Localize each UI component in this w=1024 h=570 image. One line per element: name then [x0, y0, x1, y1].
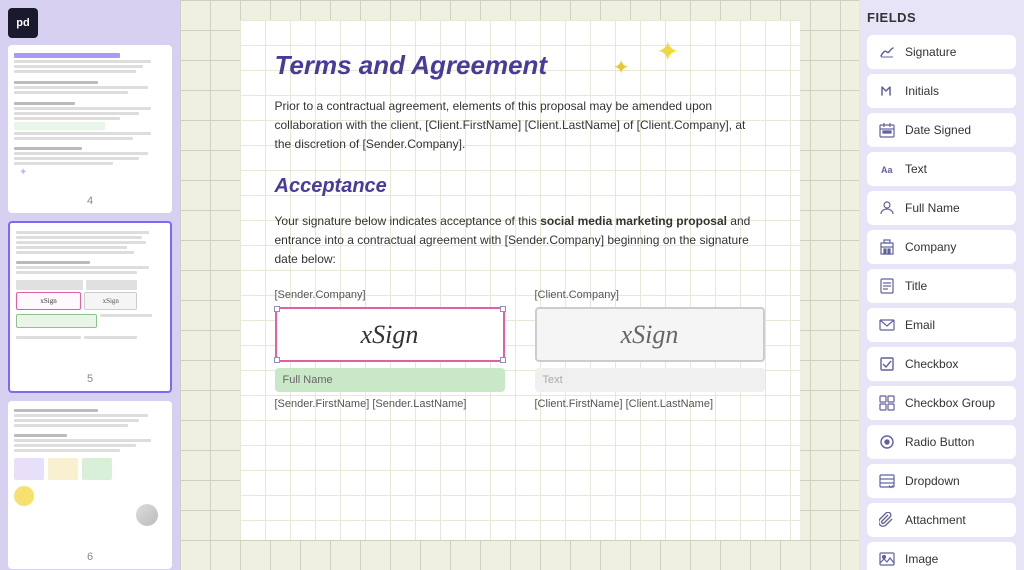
client-signature-box[interactable]: xSign [535, 307, 765, 362]
corner-br [500, 357, 506, 363]
terms-body: Prior to a contractual agreement, elemen… [275, 97, 765, 155]
field-company[interactable]: Company [867, 230, 1016, 264]
field-initials[interactable]: Initials [867, 74, 1016, 108]
page-number-4: 4 [14, 195, 166, 207]
company-label: Company [905, 240, 956, 254]
full-name-label: Full Name [905, 201, 960, 215]
fields-panel: FIELDS Signature Initials [859, 0, 1024, 570]
attachment-icon [877, 510, 897, 530]
checkbox-group-icon [877, 393, 897, 413]
field-signature[interactable]: Signature [867, 35, 1016, 69]
client-name-text: [Client.FirstName] [Client.LastName] [535, 398, 765, 410]
corner-tl [274, 306, 280, 312]
email-label: Email [905, 318, 935, 332]
dropdown-label: Dropdown [905, 474, 960, 488]
client-signature-block: [Client.Company] xSign Text [Client.Firs… [535, 289, 765, 410]
checkbox-icon [877, 354, 897, 374]
proposal-highlight: social media marketing proposal [540, 214, 727, 228]
field-attachment[interactable]: Attachment [867, 503, 1016, 537]
sender-signature-block: [Sender.Company] xSign Full Name [Sender… [275, 289, 505, 410]
signature-icon [877, 42, 897, 62]
sparkle2-icon: ✦ [613, 55, 630, 80]
page-thumb-6[interactable]: 6 [8, 401, 172, 569]
field-email[interactable]: Email [867, 308, 1016, 342]
field-text[interactable]: Aa Text [867, 152, 1016, 186]
title-label: Title [905, 279, 927, 293]
page-number-6: 6 [14, 551, 166, 563]
attachment-label: Attachment [905, 513, 966, 527]
sparkle-icon: ✦ [656, 35, 679, 68]
field-radio-button[interactable]: Radio Button [867, 425, 1016, 459]
field-checkbox[interactable]: Checkbox [867, 347, 1016, 381]
corner-tr [500, 306, 506, 312]
radio-button-icon [877, 432, 897, 452]
document-page: ✦ ✦ Terms and Agreement Prior to a contr… [240, 20, 800, 540]
field-checkbox-group[interactable]: Checkbox Group [867, 386, 1016, 420]
client-sign-text: xSign [621, 320, 679, 350]
sender-full-name-field[interactable]: Full Name [275, 368, 505, 392]
text-icon: Aa [877, 159, 897, 179]
page-number-5: 5 [16, 373, 164, 385]
acceptance-body: Your signature below indicates acceptanc… [275, 212, 765, 270]
corner-bl [274, 357, 280, 363]
svg-text:Aa: Aa [881, 165, 893, 175]
checkbox-group-label: Checkbox Group [905, 396, 995, 410]
checkbox-label: Checkbox [905, 357, 958, 371]
image-label: Image [905, 552, 938, 566]
date-signed-label: Date Signed [905, 123, 971, 137]
sender-company-label: [Sender.Company] [275, 289, 505, 301]
company-icon [877, 237, 897, 257]
field-title[interactable]: Title [867, 269, 1016, 303]
field-full-name[interactable]: Full Name [867, 191, 1016, 225]
full-name-icon [877, 198, 897, 218]
image-icon [877, 549, 897, 569]
field-dropdown[interactable]: Dropdown [867, 464, 1016, 498]
field-image[interactable]: Image [867, 542, 1016, 570]
page-thumb-5[interactable]: xSign xSign 5 [8, 221, 172, 393]
sender-name-text: [Sender.FirstName] [Sender.LastName] [275, 398, 505, 410]
initials-icon [877, 81, 897, 101]
email-icon [877, 315, 897, 335]
sender-signature-box[interactable]: xSign [275, 307, 505, 362]
title-icon [877, 276, 897, 296]
radio-button-label: Radio Button [905, 435, 974, 449]
client-company-label: [Client.Company] [535, 289, 765, 301]
signature-section: [Sender.Company] xSign Full Name [Sender… [275, 289, 765, 410]
fields-panel-title: FIELDS [867, 10, 1016, 25]
document-background: ✦ ✦ Terms and Agreement Prior to a contr… [180, 0, 859, 570]
document-canvas: ✦ ✦ Terms and Agreement Prior to a contr… [180, 0, 859, 570]
sender-sign-text: xSign [361, 320, 419, 350]
initials-label: Initials [905, 84, 939, 98]
page-thumbnails-panel: ✦ 4 xSign xSi [0, 0, 180, 570]
app-logo: pd [8, 8, 38, 38]
date-signed-icon [877, 120, 897, 140]
acceptance-heading: Acceptance [275, 175, 765, 198]
text-label: Text [905, 162, 927, 176]
field-date-signed[interactable]: Date Signed [867, 113, 1016, 147]
client-text-field[interactable]: Text [535, 368, 765, 392]
signature-label: Signature [905, 45, 956, 59]
dropdown-icon [877, 471, 897, 491]
terms-heading: Terms and Agreement [275, 50, 765, 81]
page-thumb-4[interactable]: ✦ 4 [8, 45, 172, 213]
